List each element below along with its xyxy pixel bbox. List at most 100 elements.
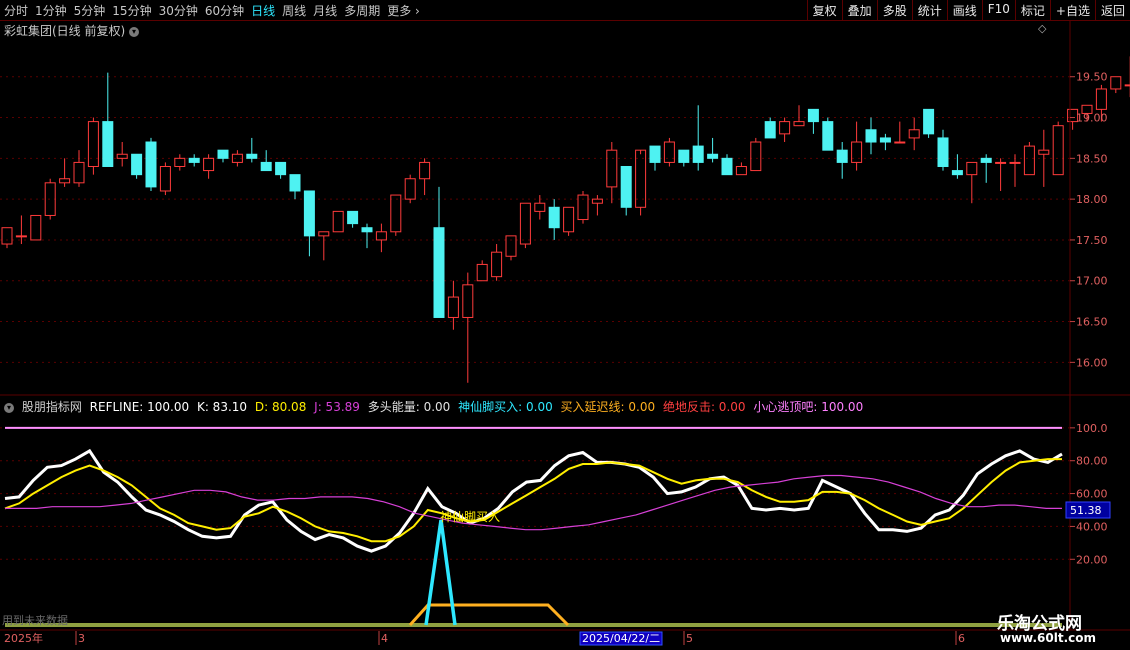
candle-body-0 (1, 227, 13, 245)
candle-body-73 (1052, 125, 1064, 176)
candle-body-51 (735, 165, 747, 176)
candle-body-50 (721, 157, 733, 176)
candle-body-9 (131, 153, 143, 176)
candle-body-76 (1095, 88, 1107, 110)
candle-body-71 (1023, 145, 1035, 176)
candle-body-36 (519, 202, 531, 245)
watermark-url: www.60lt.com (1000, 631, 1097, 645)
candle-body-65 (937, 137, 949, 167)
axes: 19.50 19.00 18.50 18.00 17.50 17.00 16.50 16.00… (0, 20, 1130, 646)
ind-tick-label-1: 80.00 (1076, 455, 1108, 468)
month-label-1: 4 (381, 632, 388, 645)
candle-body-57 (822, 121, 834, 151)
candle-body-49 (707, 153, 719, 159)
delayed-buy-signal (408, 603, 570, 627)
candle-body-52 (750, 141, 762, 172)
candle-body-47 (678, 149, 690, 163)
month-label-2: 5 (686, 632, 693, 645)
candle-body-13 (188, 157, 200, 163)
candle-body-22 (318, 231, 330, 237)
cursor-date: 2025/04/22/二 (582, 632, 660, 645)
candle-body-33 (476, 263, 488, 282)
candle-body-67 (966, 161, 978, 176)
candle-body-1 (15, 235, 27, 238)
candle-body-63 (908, 129, 920, 139)
ind-tick-label-0: 100.0 (1076, 422, 1108, 435)
indicator-menu-icon[interactable]: ▾ (4, 402, 14, 413)
candle-body-26 (375, 231, 387, 241)
year-label: 2025年 (4, 631, 43, 645)
month-label-3: 6 (958, 632, 965, 645)
candle-body-43 (620, 165, 632, 208)
candle-body-55 (793, 121, 805, 127)
candle-body-5 (73, 161, 85, 184)
k-value: K: 83.10 (196, 400, 248, 414)
candles (1, 56, 1130, 383)
candle-body-18 (260, 161, 272, 172)
price-tick-label-6: 16.50 (1076, 316, 1108, 329)
delayed-buy-value: 买入延迟线: 0.00 (560, 400, 656, 414)
ind-tick-label-3: 40.00 (1076, 520, 1108, 533)
candle-body-68 (980, 157, 992, 163)
candle-body-25 (361, 227, 373, 233)
candle-body-69 (995, 161, 1007, 164)
candle-body-39 (563, 206, 575, 233)
price-tick-label-7: 16.00 (1076, 356, 1108, 369)
candle-body-60 (865, 129, 877, 143)
candle-body-38 (548, 206, 560, 229)
candle-body-70 (1009, 161, 1021, 164)
ind-tick-label-4: 20.00 (1076, 553, 1108, 566)
candle-body-27 (390, 194, 402, 233)
candle-body-77 (1110, 76, 1122, 90)
candle-body-64 (923, 108, 935, 135)
price-tick-label-0: 19.50 (1076, 71, 1108, 84)
candle-body-53 (764, 121, 776, 139)
candle-body-46 (663, 141, 675, 163)
chart-canvas: 神仙脚买入 19.50 19.00 18.50 18.00 17.50 17.00 16.5… (0, 20, 1130, 646)
d-value: D: 80.08 (254, 400, 307, 414)
candle-body-15 (217, 149, 229, 159)
series-line-D (4, 458, 1062, 543)
indicator-name[interactable]: 股朋指标网 (22, 400, 82, 414)
signal-label: 神仙脚买入 (440, 509, 500, 524)
candle-body-35 (505, 235, 517, 257)
multi-energy-value: 多头能量: 0.00 (367, 400, 451, 414)
candle-body-20 (289, 174, 301, 192)
candle-body-42 (606, 149, 618, 188)
candle-body-3 (44, 182, 56, 216)
refline-value: REFLINE: 100.00 (89, 400, 190, 414)
candle-body-6 (87, 121, 99, 167)
j-value: J: 53.89 (314, 400, 360, 414)
indicator-header: ▾ 股朋指标网 REFLINE: 100.00 K: 83.10 D: 80.0… (4, 398, 867, 415)
candle-body-11 (159, 165, 171, 192)
candle-body-66 (951, 170, 963, 176)
month-label-0: 3 (78, 632, 85, 645)
candle-body-14 (203, 157, 215, 172)
candle-body-8 (116, 153, 128, 159)
candle-body-37 (534, 202, 546, 212)
candle-body-32 (462, 284, 474, 318)
immortal-buy-signal (424, 519, 457, 626)
value-badge: 51.38 (1070, 504, 1102, 517)
series-line-K (4, 448, 1063, 553)
candle-body-17 (246, 153, 258, 159)
rebound-value: 绝地反击: 0.00 (662, 400, 746, 414)
candle-body-19 (275, 161, 287, 176)
candle-body-56 (807, 108, 819, 123)
candle-body-59 (851, 141, 863, 163)
candle-body-29 (419, 161, 431, 180)
price-tick-label-3: 18.00 (1076, 193, 1108, 206)
future-data-note: 用到未来数据 (2, 614, 68, 627)
candle-body-31 (447, 296, 459, 318)
candle-body-45 (649, 145, 661, 163)
candle-body-61 (879, 137, 891, 143)
price-tick-label-4: 17.50 (1076, 234, 1108, 247)
price-tick-label-1: 19.00 (1076, 112, 1108, 125)
ind-tick-label-2: 60.00 (1076, 488, 1108, 501)
candle-body-34 (491, 251, 503, 278)
price-tick-label-5: 17.00 (1076, 275, 1108, 288)
candle-body-4 (59, 178, 71, 184)
candle-body-41 (591, 198, 603, 204)
candle-body-21 (303, 190, 315, 237)
price-tick-label-2: 18.50 (1076, 152, 1108, 165)
